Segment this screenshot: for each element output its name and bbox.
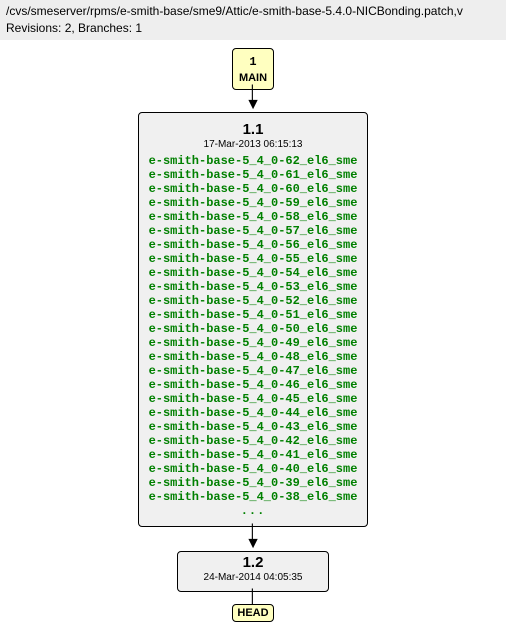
- tag-entry: e-smith-base-5_4_0-61_el6_sme: [149, 168, 358, 182]
- header-bar: /cvs/smeserver/rpms/e-smith-base/sme9/At…: [0, 0, 506, 40]
- revisions-count: Revisions: 2, Branches: 1: [6, 21, 142, 35]
- branch-name-main: MAIN: [239, 72, 267, 84]
- tag-entry: e-smith-base-5_4_0-41_el6_sme: [149, 448, 358, 462]
- revision-number: 1.2: [188, 554, 318, 571]
- tag-entry: e-smith-base-5_4_0-42_el6_sme: [149, 434, 358, 448]
- branch-top-box[interactable]: 1 MAIN: [232, 48, 274, 90]
- tag-entry: e-smith-base-5_4_0-58_el6_sme: [149, 210, 358, 224]
- tag-entry: e-smith-base-5_4_0-43_el6_sme: [149, 420, 358, 434]
- tag-entry: e-smith-base-5_4_0-56_el6_sme: [149, 238, 358, 252]
- revision-date: 24-Mar-2014 04:05:35: [188, 572, 318, 583]
- tag-entry: e-smith-base-5_4_0-48_el6_sme: [149, 350, 358, 364]
- tag-entry: e-smith-base-5_4_0-40_el6_sme: [149, 462, 358, 476]
- tag-list: e-smith-base-5_4_0-62_el6_smee-smith-bas…: [149, 154, 358, 504]
- branch-number: 1: [233, 53, 273, 71]
- tag-entry: e-smith-base-5_4_0-39_el6_sme: [149, 476, 358, 490]
- revision-1-2-box[interactable]: 1.2 24-Mar-2014 04:05:35: [177, 551, 329, 592]
- tag-entry: e-smith-base-5_4_0-45_el6_sme: [149, 392, 358, 406]
- file-path: /cvs/smeserver/rpms/e-smith-base/sme9/At…: [6, 4, 463, 18]
- revision-graph: 1 MAIN │▼ 1.1 17-Mar-2013 06:15:13 e-smi…: [0, 40, 506, 622]
- connector-2: │▼: [0, 529, 506, 549]
- tag-entry: e-smith-base-5_4_0-47_el6_sme: [149, 364, 358, 378]
- tag-entry: e-smith-base-5_4_0-54_el6_sme: [149, 266, 358, 280]
- branch-name-head: HEAD: [237, 607, 268, 619]
- tag-entry: e-smith-base-5_4_0-44_el6_sme: [149, 406, 358, 420]
- tag-entry: e-smith-base-5_4_0-49_el6_sme: [149, 336, 358, 350]
- tag-entry: e-smith-base-5_4_0-51_el6_sme: [149, 308, 358, 322]
- tag-entry: e-smith-base-5_4_0-50_el6_sme: [149, 322, 358, 336]
- revision-date: 17-Mar-2013 06:15:13: [149, 139, 358, 150]
- tag-entry: e-smith-base-5_4_0-55_el6_sme: [149, 252, 358, 266]
- revision-number: 1.1: [149, 121, 358, 138]
- tag-entry: e-smith-base-5_4_0-38_el6_sme: [149, 490, 358, 504]
- tag-entry: e-smith-base-5_4_0-57_el6_sme: [149, 224, 358, 238]
- connector-1: │▼: [0, 90, 506, 110]
- tag-entry: e-smith-base-5_4_0-53_el6_sme: [149, 280, 358, 294]
- tags-ellipsis: ...: [149, 504, 358, 518]
- tag-entry: e-smith-base-5_4_0-60_el6_sme: [149, 182, 358, 196]
- tag-entry: e-smith-base-5_4_0-52_el6_sme: [149, 294, 358, 308]
- tag-entry: e-smith-base-5_4_0-62_el6_sme: [149, 154, 358, 168]
- branch-head-box[interactable]: HEAD: [232, 604, 274, 622]
- connector-3: │: [0, 594, 506, 604]
- tag-entry: e-smith-base-5_4_0-46_el6_sme: [149, 378, 358, 392]
- revision-1-1-box[interactable]: 1.1 17-Mar-2013 06:15:13 e-smith-base-5_…: [138, 112, 369, 527]
- tag-entry: e-smith-base-5_4_0-59_el6_sme: [149, 196, 358, 210]
